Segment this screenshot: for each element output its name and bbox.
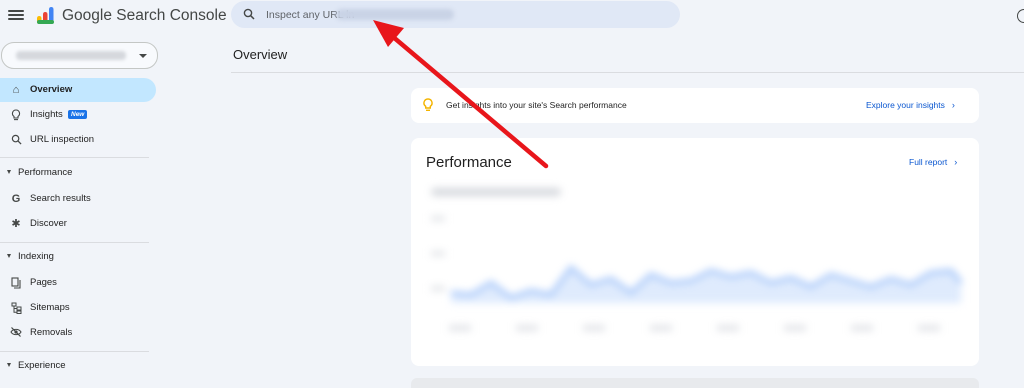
lightbulb-icon (10, 109, 22, 121)
title-divider (231, 72, 1024, 73)
performance-card: Performance Full report › (411, 138, 979, 366)
sidebar-item-label: Sitemaps (30, 302, 70, 313)
redacted-property-name (16, 51, 126, 60)
sidebar-item-sitemaps[interactable]: Sitemaps (0, 296, 156, 320)
new-badge: New (68, 110, 88, 119)
section-label: Experience (18, 360, 66, 371)
eye-off-icon (10, 327, 22, 339)
insights-message: Get insights into your site's Search per… (446, 100, 627, 110)
explore-insights-link[interactable]: Explore your insights › (866, 100, 955, 110)
sidebar-item-search-results[interactable]: G Search results (0, 187, 156, 211)
sidebar-divider (0, 351, 149, 352)
top-bar: Google Search Console (0, 0, 1024, 32)
search-icon (243, 8, 255, 20)
app-title: Google Search Console (62, 7, 227, 25)
lightbulb-icon (423, 98, 433, 112)
sidebar-divider (0, 242, 149, 243)
pages-icon (10, 277, 22, 289)
hamburger-menu-icon[interactable] (8, 8, 24, 22)
section-label: Performance (18, 167, 73, 178)
sidebar-item-removals[interactable]: Removals (0, 321, 156, 345)
brand-google: Google (62, 7, 112, 24)
performance-title: Performance (426, 154, 512, 171)
collapse-triangle-icon (7, 254, 11, 258)
section-performance[interactable]: Performance (0, 165, 150, 183)
url-inspection-search[interactable] (231, 1, 680, 28)
chevron-right-icon: › (951, 100, 955, 110)
redacted-property-url (336, 9, 454, 20)
next-card-edge (411, 378, 979, 388)
sidebar-item-label: Insights (30, 109, 63, 120)
sidebar-item-pages[interactable]: Pages (0, 271, 156, 295)
google-g-icon: G (11, 193, 21, 205)
brand-product: Search Console (116, 7, 227, 24)
help-icon[interactable] (1017, 9, 1024, 23)
search-icon (10, 134, 22, 146)
sidebar-item-url-inspection[interactable]: URL inspection (0, 128, 156, 152)
page-title: Overview (233, 47, 288, 62)
section-label: Indexing (18, 251, 54, 262)
sidebar-item-label: Overview (30, 84, 73, 95)
blurred-performance-chart (431, 188, 963, 331)
sidebar-item-label: Discover (30, 218, 67, 229)
sidebar-item-insights[interactable]: Insights New (0, 103, 156, 127)
sidebar-divider (0, 157, 149, 158)
search-console-logo (37, 7, 54, 24)
property-selector[interactable] (1, 42, 158, 69)
search-input[interactable] (266, 7, 646, 23)
sidebar-item-label: Removals (30, 327, 73, 338)
sidebar-item-label: URL inspection (30, 134, 95, 145)
section-indexing[interactable]: Indexing (0, 249, 150, 267)
sitemap-icon (10, 302, 22, 314)
asterisk-icon: ✱ (11, 218, 21, 230)
full-report-label: Full report (909, 157, 948, 167)
chevron-down-icon (139, 54, 147, 58)
home-icon: ⌂ (12, 84, 20, 96)
insights-card: Get insights into your site's Search per… (411, 88, 979, 123)
sidebar-item-discover[interactable]: ✱ Discover (0, 212, 156, 236)
sidebar-item-label: Search results (30, 193, 91, 204)
sidebar-item-overview[interactable]: ⌂ Overview (0, 78, 156, 102)
collapse-triangle-icon (7, 363, 11, 367)
section-experience[interactable]: Experience (0, 358, 150, 376)
sidebar-item-label: Pages (30, 277, 57, 288)
collapse-triangle-icon (7, 170, 11, 174)
chevron-right-icon: › (954, 157, 958, 167)
full-report-link[interactable]: Full report › (909, 157, 957, 167)
explore-insights-label: Explore your insights (866, 100, 945, 110)
